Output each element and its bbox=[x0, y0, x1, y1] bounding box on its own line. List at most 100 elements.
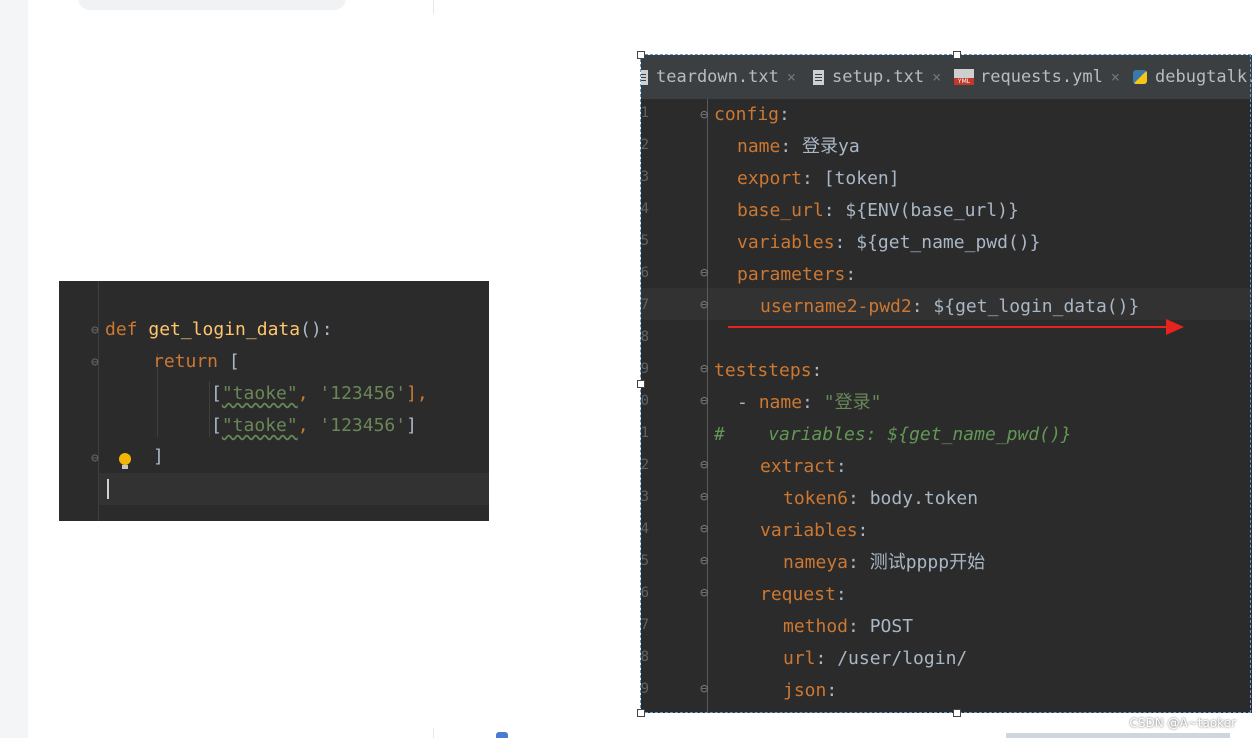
comment: variables: ${get_name_pwd()} bbox=[768, 424, 1072, 445]
tab-label: teardown.txt bbox=[656, 67, 779, 87]
line-number: 2 bbox=[641, 457, 649, 473]
yaml-key: base_url bbox=[737, 200, 824, 221]
line-number: 7 bbox=[641, 617, 649, 633]
yaml-value: ${ENV(base_url)} bbox=[845, 200, 1019, 221]
tab-requests[interactable]: requests.yml × bbox=[954, 55, 1120, 99]
yaml-line-config: config: bbox=[714, 103, 790, 127]
lightbulb-icon[interactable] bbox=[119, 453, 131, 469]
yaml-string: "登录" bbox=[823, 392, 882, 413]
punctuation: : bbox=[848, 616, 859, 637]
yaml-line-variables2: variables: bbox=[760, 519, 868, 543]
yaml-key: nameya bbox=[783, 552, 849, 573]
yaml-key: method bbox=[783, 616, 849, 637]
fold-marker-icon[interactable]: ⊖ bbox=[700, 681, 708, 697]
resize-handle[interactable] bbox=[637, 51, 645, 59]
punctuation: , bbox=[297, 415, 320, 436]
yaml-line-step-name: - name: "登录" bbox=[737, 391, 881, 415]
resize-handle[interactable] bbox=[953, 709, 961, 717]
python-code-snippet: ⊖ ⊖ ⊖ def get_login_data(): return [ ["t… bbox=[59, 281, 489, 521]
punctuation: : bbox=[848, 552, 859, 573]
line-number: 7 bbox=[641, 297, 649, 313]
punctuation: : bbox=[834, 232, 846, 253]
indent-guide bbox=[209, 381, 210, 437]
yaml-line-base-url: base_url: ${ENV(base_url)} bbox=[737, 199, 1019, 223]
text-file-icon bbox=[813, 69, 824, 85]
yaml-value: /user/login/ bbox=[837, 648, 968, 669]
yaml-key: extract bbox=[760, 456, 836, 477]
close-icon[interactable]: × bbox=[932, 68, 941, 86]
tab-setup[interactable]: setup.txt × bbox=[813, 55, 941, 99]
line-number: 3 bbox=[641, 169, 649, 185]
fold-marker-icon[interactable]: ⊖ bbox=[91, 355, 99, 370]
string-literal: '123456' bbox=[319, 383, 407, 404]
yaml-key: export bbox=[737, 168, 803, 189]
punctuation: : bbox=[911, 296, 923, 317]
keyword: def bbox=[105, 319, 138, 340]
line-number: 2 bbox=[641, 137, 649, 153]
code-line-1: def get_login_data(): bbox=[105, 318, 333, 342]
ide-editor-screenshot: teardown.txt × setup.txt × requests.yml × d… bbox=[641, 55, 1252, 713]
yaml-key: token6 bbox=[783, 488, 849, 509]
search-pill[interactable] bbox=[78, 0, 346, 10]
yaml-key: parameters bbox=[737, 264, 846, 285]
text-file-icon bbox=[641, 69, 648, 85]
line-number: 5 bbox=[641, 553, 649, 569]
fold-marker-icon[interactable]: ⊖ bbox=[700, 457, 708, 473]
fold-marker-icon[interactable]: ⊖ bbox=[91, 323, 99, 338]
tab-debugtalk[interactable]: debugtalk.p bbox=[1133, 55, 1252, 99]
yaml-line-method: method: POST bbox=[783, 615, 913, 639]
line-number: 8 bbox=[641, 649, 649, 665]
comment: # bbox=[714, 424, 725, 445]
annotation-arrow-head bbox=[1166, 319, 1184, 335]
fold-marker-icon[interactable]: ⊖ bbox=[91, 451, 99, 466]
line-number: 4 bbox=[641, 201, 649, 217]
string-literal: "taoke" bbox=[221, 415, 298, 436]
yml-file-icon bbox=[954, 69, 974, 85]
yaml-value: 测试pppp开始 bbox=[869, 552, 986, 573]
resize-handle[interactable] bbox=[637, 380, 645, 388]
fold-marker-icon[interactable]: ⊖ bbox=[700, 361, 708, 377]
punctuation: , bbox=[297, 383, 320, 404]
yaml-line-json: json: bbox=[783, 679, 837, 703]
punctuation: ] bbox=[153, 446, 164, 467]
code-line-2: return [ bbox=[153, 350, 240, 374]
fold-marker-icon[interactable]: ⊖ bbox=[700, 553, 708, 569]
tab-label: setup.txt bbox=[832, 67, 925, 87]
punctuation: - bbox=[737, 392, 759, 413]
punctuation: : bbox=[779, 104, 790, 125]
fold-marker-icon[interactable]: ⊖ bbox=[700, 521, 708, 537]
fold-marker-icon[interactable]: ⊖ bbox=[700, 297, 708, 313]
fold-marker-icon[interactable]: ⊖ bbox=[700, 265, 708, 281]
divider bbox=[433, 0, 434, 14]
yaml-value: POST bbox=[869, 616, 914, 637]
close-icon[interactable]: × bbox=[787, 68, 796, 86]
code-line-3: ["taoke", '123456'], bbox=[211, 382, 428, 406]
resize-handle[interactable] bbox=[637, 709, 645, 717]
close-icon[interactable]: × bbox=[1111, 68, 1120, 86]
punctuation: [ bbox=[211, 383, 222, 404]
line-number: 3 bbox=[641, 489, 649, 505]
yaml-line-request: request: bbox=[760, 583, 847, 607]
fold-marker-icon[interactable]: ⊖ bbox=[700, 489, 708, 505]
punctuation: : bbox=[848, 488, 859, 509]
line-number: 5 bbox=[641, 233, 649, 249]
resize-handle[interactable] bbox=[953, 51, 961, 59]
line-number: 6 bbox=[641, 265, 649, 281]
fold-marker-icon[interactable]: ⊖ bbox=[700, 107, 708, 123]
yaml-line-teststeps: teststeps: bbox=[714, 359, 822, 383]
punctuation: : bbox=[815, 648, 827, 669]
yaml-key: config bbox=[714, 104, 780, 125]
fold-marker-icon[interactable]: ⊖ bbox=[700, 585, 708, 601]
yaml-key: url bbox=[783, 648, 816, 669]
punctuation: (): bbox=[300, 319, 333, 340]
punctuation: : bbox=[857, 520, 869, 541]
punctuation: : bbox=[826, 680, 838, 701]
yaml-line-token: token6: body.token bbox=[783, 487, 978, 511]
fold-marker-icon[interactable]: ⊖ bbox=[700, 393, 708, 409]
yaml-key: teststeps bbox=[714, 360, 812, 381]
yaml-line-name: name: 登录ya bbox=[737, 135, 860, 159]
yaml-line-nameya: nameya: 测试pppp开始 bbox=[783, 551, 985, 575]
python-file-icon bbox=[1133, 70, 1147, 84]
line-number: 1 bbox=[641, 425, 649, 441]
tab-teardown[interactable]: teardown.txt × bbox=[641, 55, 796, 99]
